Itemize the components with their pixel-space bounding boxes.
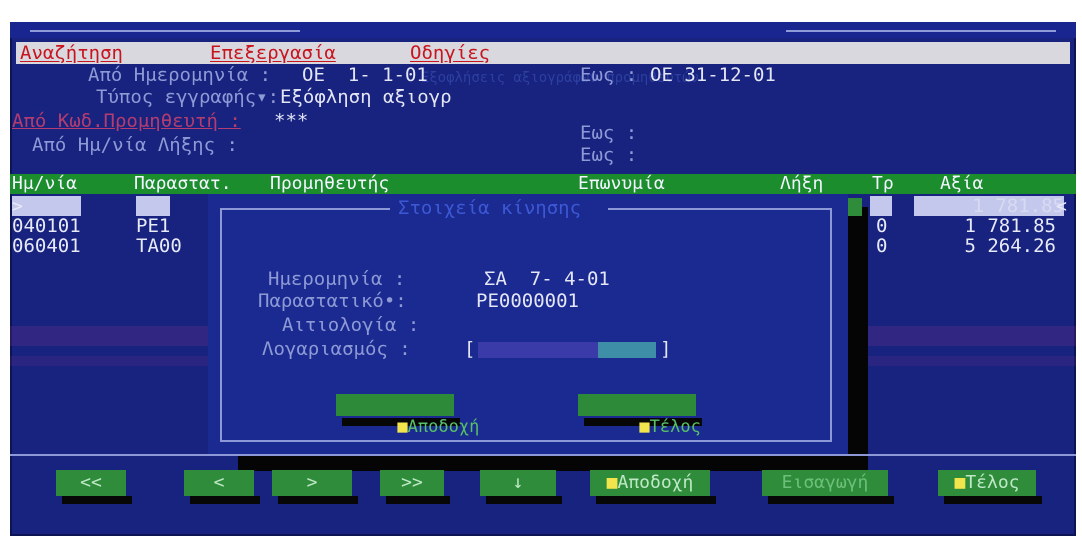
entry-type-label: Τύπος εγγραφής▾: [96,86,280,108]
nav-divider [10,454,1076,456]
row-tr: 0 [876,235,888,257]
menu-search[interactable]: Αναζήτηση [20,42,123,64]
menu-edit[interactable]: Επεξεργασία [210,42,336,64]
column-marker [848,198,862,216]
last-record-button[interactable]: >> [380,470,444,496]
record-details-dialog: Στοιχεία κίνησης Ημερομηνία : ΣΑ 7- 4-01… [208,194,848,454]
col-due[interactable]: Λήξη [780,174,823,194]
dialog-title-divider [608,208,830,210]
next-record-button[interactable]: > [272,470,352,496]
prev-record-button[interactable]: < [184,470,254,496]
row-pointer-right-icon: < [1056,196,1067,217]
dialog-title: Στοιχεία κίνησης [398,197,582,219]
dialog-end-label: Τέλος [649,417,701,437]
dialog-date-label: Ημερομηνία : [268,268,406,290]
supplier-code-label: Από Κωδ.Προμηθευτή : [12,110,241,132]
col-tr[interactable]: Τρ [872,174,894,194]
entry-type-select[interactable]: Εξόφληση αξιογρ [280,86,452,108]
button-shadow [486,496,562,504]
due-date-label: Από Ημ/νία Λήξης : [32,134,238,156]
dialog-accept-button[interactable]: ■Αποδοχή [336,394,479,437]
dialog-shadow [848,207,868,471]
dialog-accept-label: Αποδοχή [407,417,480,437]
row-document: PE1 [136,215,171,237]
col-date[interactable]: Ημ/νία [12,174,77,194]
from-date-label: Από Ημερομηνία : [88,64,272,86]
title-divider-left [30,30,300,32]
menu-bar: Αναζήτηση Επεξεργασία Οδηγίες [16,42,1070,64]
insert-button[interactable]: Εισαγωγή [762,470,888,496]
supplier-to-label: Εως : [580,122,638,144]
col-document[interactable]: Παραστατ. [134,174,232,194]
col-supplier[interactable]: Προμηθευτής [270,174,389,194]
hotkey-marker: ■ [954,472,966,493]
dialog-document-field[interactable]: PE0000001 [476,290,579,312]
first-record-button[interactable]: << [56,470,126,496]
dialog-document-label: Παραστατικό•: [258,290,407,312]
end-label: Τέλος [965,472,1020,493]
row-tr: 0 [876,215,888,237]
to-date-field[interactable]: ΟΕ 31-12-01 [650,64,776,86]
button-shadow [386,496,450,504]
account-input-field[interactable] [478,342,598,358]
row-date: 040101 [12,215,81,237]
button-shadow [596,496,716,504]
col-value[interactable]: Αξία [940,174,983,194]
button-shadow [944,496,1042,504]
menu-help[interactable]: Οδηγίες [410,42,490,64]
row-date: 060401 [12,235,81,257]
hotkey-marker: ■ [639,417,650,437]
dialog-reason-label: Αιτιολογία : [282,314,420,336]
row-value: 1 781.85 [964,215,1056,237]
end-button[interactable]: ■Τέλος [938,470,1036,496]
row-document: PE1 [136,195,171,217]
row-document: ΤΑ00 [136,235,182,257]
title-divider-right [786,30,1056,32]
accept-button[interactable]: ■Αποδοχή [590,470,710,496]
row-value: 5 264.26 [964,235,1056,257]
window-title-bar: Εξοφλήσεις αξιογράφων προμηθευτών [10,22,1076,86]
to-date-label: Εως : [580,64,638,86]
col-name[interactable]: Επωνυμία [578,174,665,194]
dialog-shadow [238,455,868,471]
hotkey-marker: ■ [606,472,618,493]
button-shadow [62,496,132,504]
button-shadow [190,496,260,504]
dialog-date-field[interactable]: ΣΑ 7- 4-01 [484,268,610,290]
account-field-bracket-left: [ [464,338,476,360]
row-value: 1 781.85 [914,196,1064,216]
row-pointer-icon: > [12,196,23,217]
supplier-code-field[interactable]: *** [274,110,308,132]
account-input-cursor [598,342,656,358]
dialog-end-button[interactable]: ■Τέλος [578,394,701,437]
due-to-label: Εως : [580,144,638,166]
dialog-title-divider [220,208,390,210]
terminal-screen: Εξοφλήσεις αξιογράφων προμηθευτών Αναζήτ… [10,22,1076,536]
account-field-bracket-right: ] [660,338,672,360]
row-tr: 0 [870,196,892,216]
accept-label: Αποδοχή [617,472,694,493]
button-shadow [768,496,894,504]
select-button[interactable]: ↓ [480,470,556,496]
button-shadow [278,496,358,504]
table-header: Ημ/νία Παραστατ. Προμηθευτής Επωνυμία Λή… [10,174,1076,194]
from-date-field[interactable]: ΟΕ 1- 1-01 [302,64,428,86]
dialog-account-label: Λογαριασμός : [262,338,411,360]
hotkey-marker: ■ [397,417,408,437]
